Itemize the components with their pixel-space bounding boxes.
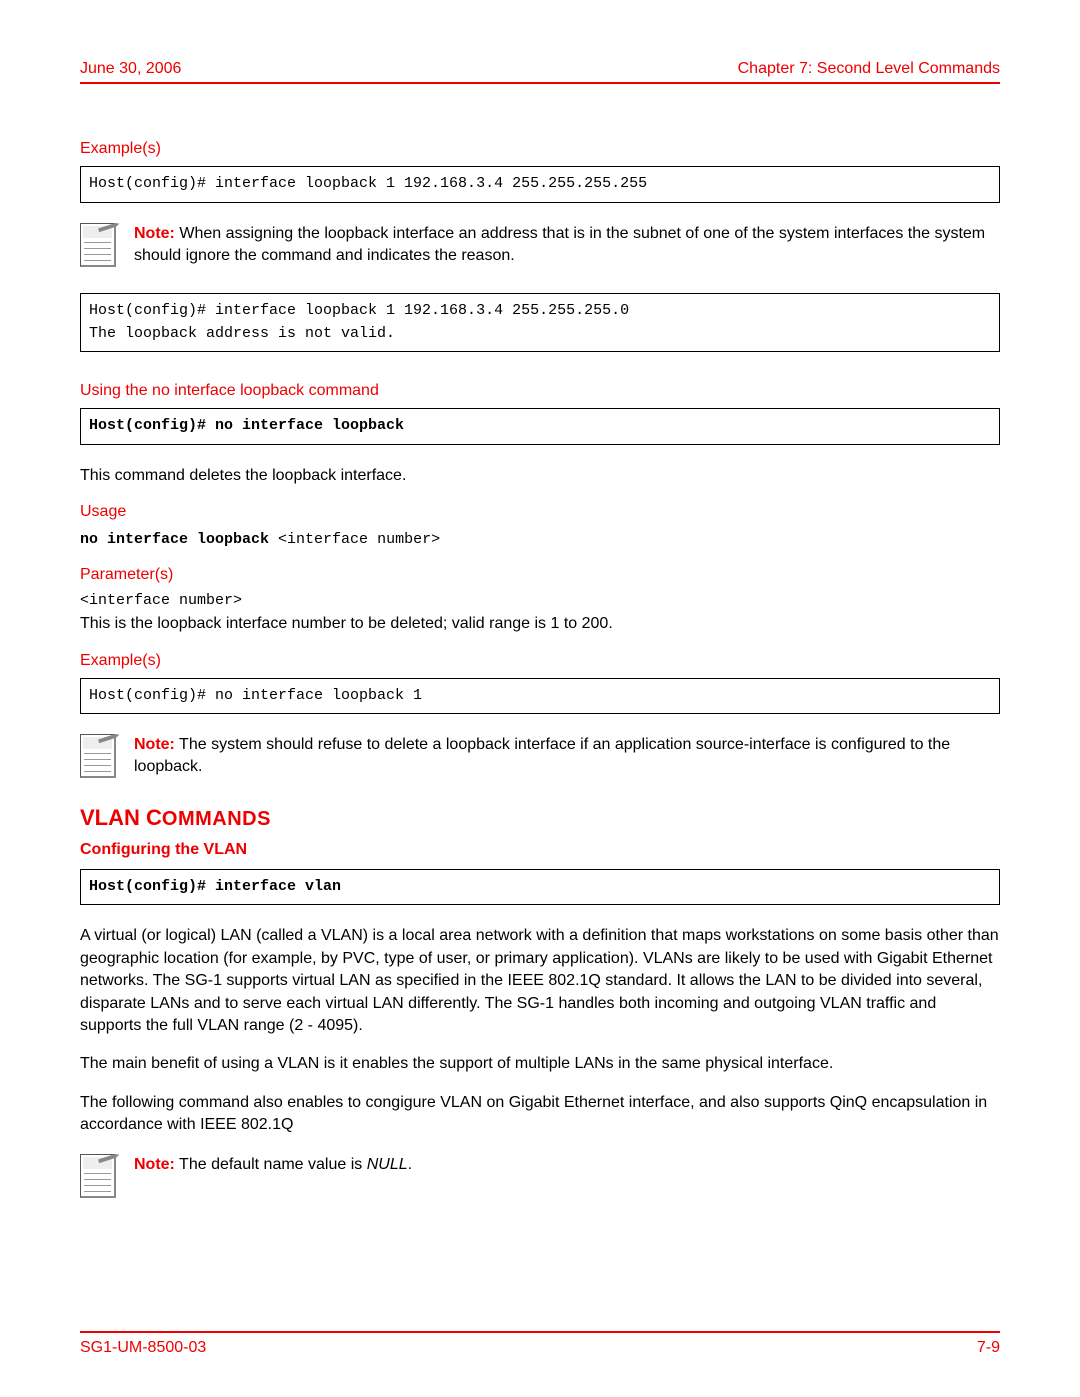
no-interface-desc: This command deletes the loopback interf… xyxy=(80,465,1000,487)
note-body: The system should refuse to delete a loo… xyxy=(134,736,950,775)
note-body-c: . xyxy=(408,1156,412,1173)
no-interface-heading: Using the no interface loopback command xyxy=(80,382,1000,400)
params-heading: Parameter(s) xyxy=(80,566,1000,584)
code-block-5: Host(config)# interface vlan xyxy=(80,869,1000,906)
note-icon xyxy=(80,734,116,778)
examples-heading-1: Example(s) xyxy=(80,140,1000,158)
vlan-heading: VLAN COMMANDS xyxy=(80,805,1000,831)
note-text-2: Note: The system should refuse to delete… xyxy=(134,734,1000,779)
vlan-subheading: Configuring the VLAN xyxy=(80,841,1000,859)
note-label: Note: xyxy=(134,1156,175,1173)
note-icon xyxy=(80,223,116,267)
vlan-title-part2: OMMANDS xyxy=(162,808,271,830)
code-block-1: Host(config)# interface loopback 1 192.1… xyxy=(80,166,1000,203)
usage-rest: <interface number> xyxy=(278,531,440,548)
header-chapter: Chapter 7: Second Level Commands xyxy=(738,60,1000,78)
page-header: June 30, 2006 Chapter 7: Second Level Co… xyxy=(80,60,1000,84)
page-footer: SG1-UM-8500-03 7-9 xyxy=(80,1331,1000,1357)
param-desc: This is the loopback interface number to… xyxy=(80,613,1000,635)
note-body: When assigning the loopback interface an… xyxy=(134,225,985,264)
note-body-italic: NULL xyxy=(367,1156,408,1173)
footer-right: 7-9 xyxy=(977,1339,1000,1357)
vlan-para-1: A virtual (or logical) LAN (called a VLA… xyxy=(80,925,1000,1037)
note-text-3: Note: The default name value is NULL. xyxy=(134,1154,412,1176)
note-label: Note: xyxy=(134,225,175,242)
note-label: Note: xyxy=(134,736,175,753)
param-name: <interface number> xyxy=(80,592,1000,609)
note-block-1: Note: When assigning the loopback interf… xyxy=(80,223,1000,268)
note-block-2: Note: The system should refuse to delete… xyxy=(80,734,1000,779)
examples-heading-2: Example(s) xyxy=(80,652,1000,670)
vlan-para-3: The following command also enables to co… xyxy=(80,1092,1000,1137)
footer-left: SG1-UM-8500-03 xyxy=(80,1339,206,1357)
note-icon xyxy=(80,1154,116,1198)
code-block-3: Host(config)# no interface loopback xyxy=(80,408,1000,445)
note-text-1: Note: When assigning the loopback interf… xyxy=(134,223,1000,268)
usage-bold: no interface loopback xyxy=(80,531,278,548)
note-body-a: The default name value is xyxy=(175,1156,367,1173)
header-date: June 30, 2006 xyxy=(80,60,181,78)
usage-line: no interface loopback <interface number> xyxy=(80,529,1000,550)
code-block-2: Host(config)# interface loopback 1 192.1… xyxy=(80,293,1000,352)
usage-heading: Usage xyxy=(80,503,1000,521)
page: June 30, 2006 Chapter 7: Second Level Co… xyxy=(0,0,1080,1397)
vlan-para-2: The main benefit of using a VLAN is it e… xyxy=(80,1053,1000,1075)
vlan-title-part1: VLAN C xyxy=(80,805,162,830)
note-block-3: Note: The default name value is NULL. xyxy=(80,1154,1000,1198)
code-block-4: Host(config)# no interface loopback 1 xyxy=(80,678,1000,715)
